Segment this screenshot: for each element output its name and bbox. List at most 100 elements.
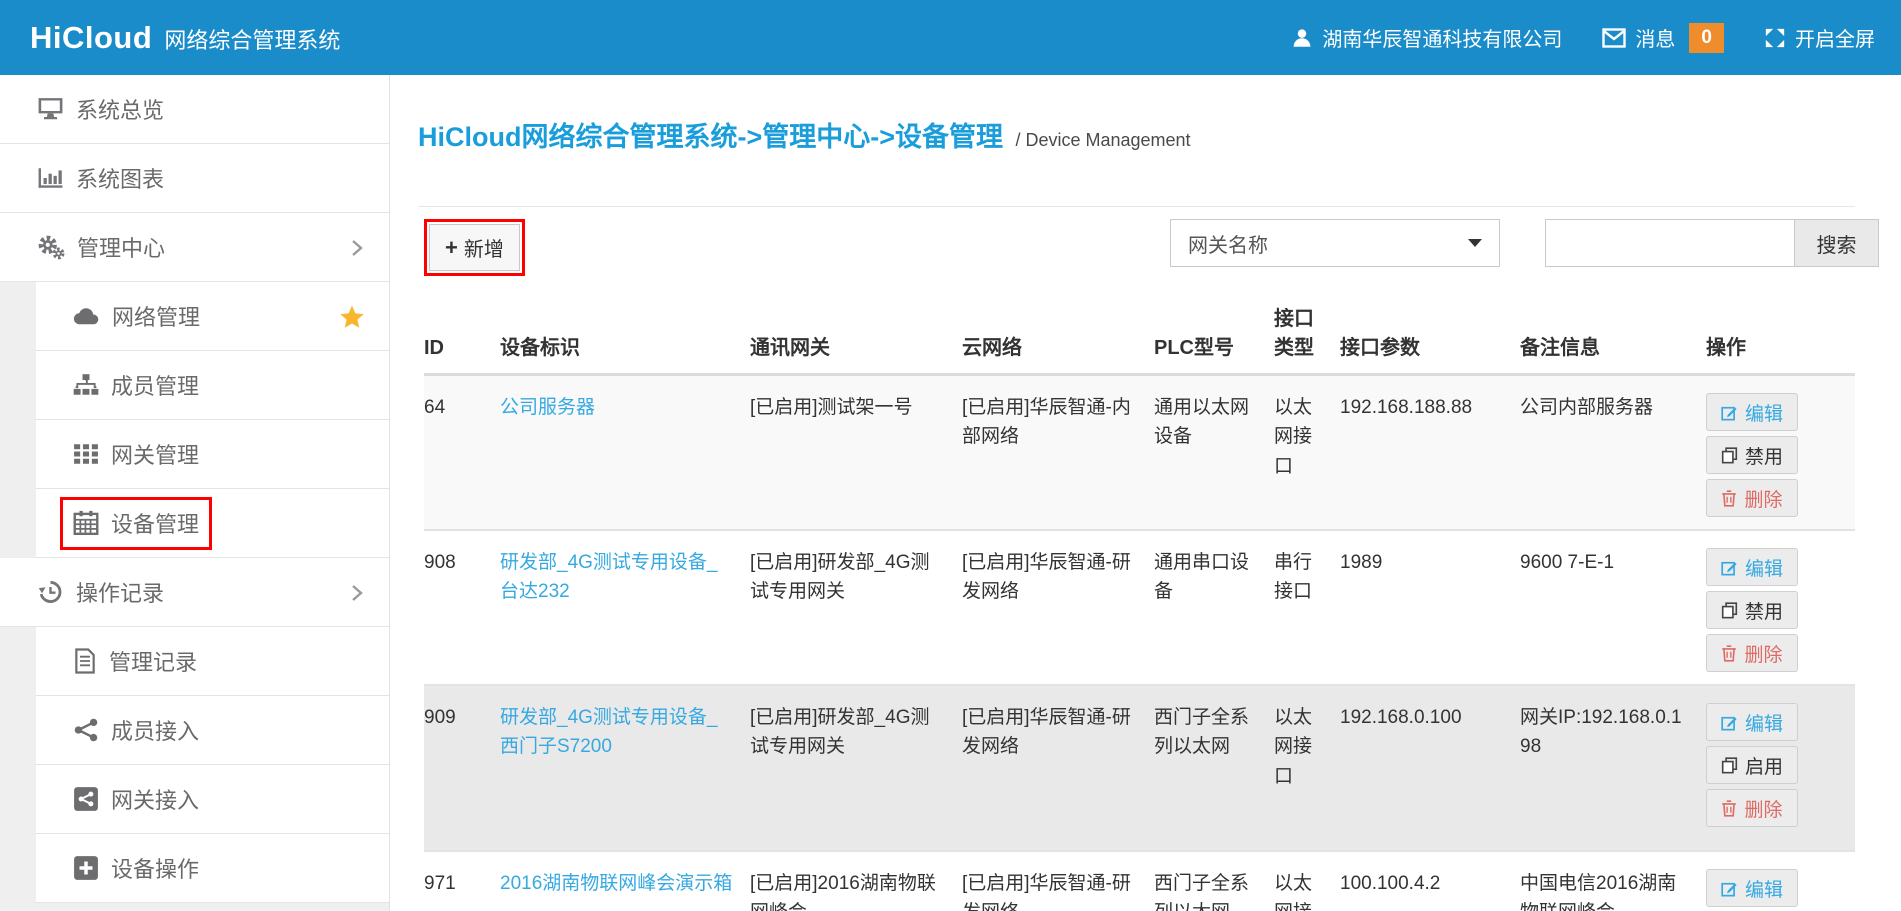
disable-button[interactable]: 禁用 [1706,436,1798,474]
sidebar-item-label: 网络管理 [112,300,200,332]
cloud-icon [73,304,100,328]
filter-search-area: 网关名称 搜索 [1170,219,1879,267]
caret-down-icon [1468,239,1482,247]
sidebar-item-system-overview[interactable]: 系统总览 [0,75,389,144]
edit-icon [1721,714,1738,731]
sidebar-item-device-mgmt[interactable]: 设备管理 [36,489,389,558]
search-group: 搜索 [1545,219,1879,267]
cell-gateway: [已启用]2016湖南物联网峰会 [750,851,962,911]
topbar: HiCloud 网络综合管理系统 湖南华辰智通科技有限公司 消息 0 [0,0,1901,75]
document-icon [73,648,97,674]
cell-params: 1989 [1340,530,1520,685]
fullscreen-label: 开启全屏 [1795,23,1875,52]
share-square-icon [73,786,99,812]
edit-button[interactable]: 编辑 [1706,703,1798,741]
toolbar: + 新增 网关名称 搜索 [424,219,1879,276]
account-menu[interactable]: 湖南华辰智通科技有限公司 [1291,23,1562,52]
fullscreen-toggle[interactable]: 开启全屏 [1764,23,1875,52]
table-row: 909 研发部_4G测试专用设备_西门子S7200 [已启用]研发部_4G测试专… [424,685,1855,851]
cell-network: [已启用]华辰智通-研发网络 [962,530,1154,685]
device-link[interactable]: 研发部_4G测试专用设备_西门子S7200 [500,707,717,757]
sidebar-item-member-mgmt[interactable]: 成员管理 [36,351,389,420]
device-table: ID 设备标识 通讯网关 云网络 PLC型号 接口类型 接口参数 备注信息 操作 [424,302,1855,911]
col-header-id: ID [424,302,500,375]
edit-icon [1721,880,1738,897]
cell-iface: 以太网接口 [1274,375,1340,531]
search-button[interactable]: 搜索 [1794,219,1879,267]
company-name: 湖南华辰智通科技有限公司 [1322,23,1562,52]
cell-plc: 通用串口设备 [1154,530,1274,685]
sidebar-item-network-mgmt[interactable]: 网络管理 [36,282,389,351]
delete-button[interactable]: 删除 [1706,789,1798,827]
disable-button[interactable]: 禁用 [1706,591,1798,629]
edit-button[interactable]: 编辑 [1706,869,1798,907]
sidebar-item-gateway-access[interactable]: 网关接入 [36,765,389,834]
filter-field-select[interactable]: 网关名称 [1170,219,1500,267]
device-link[interactable]: 2016湖南物联网峰会演示箱 [500,873,732,894]
row-actions: 编辑 启用 删除 [1706,703,1839,827]
edit-button[interactable]: 编辑 [1706,393,1798,431]
share-icon [73,718,99,742]
device-link[interactable]: 公司服务器 [500,397,595,418]
sidebar-item-label: 管理中心 [77,231,165,263]
app-logo: HiCloud 网络综合管理系统 [0,20,340,56]
brand-name: HiCloud [30,20,152,56]
star-icon[interactable] [339,304,365,330]
user-icon [1291,27,1313,49]
sidebar-item-gateway-mgmt[interactable]: 网关管理 [36,420,389,489]
sidebar-item-device-operation[interactable]: 设备操作 [36,834,389,903]
col-header-gateway: 通讯网关 [750,302,962,375]
cell-note: 公司内部服务器 [1520,375,1706,531]
sidebar-item-label: 操作记录 [76,576,164,608]
gears-icon [37,234,65,260]
sidebar-item-system-charts[interactable]: 系统图表 [0,144,389,213]
topbar-actions: 湖南华辰智通科技有限公司 消息 0 开启全屏 [1291,23,1901,53]
breadcrumb-subtitle: / Device Management [1015,130,1190,150]
edit-icon [1721,559,1738,576]
col-header-note: 备注信息 [1520,302,1706,375]
sidebar-item-label: 成员接入 [111,714,199,746]
row-actions: 编辑 禁用 删除 [1706,393,1839,517]
bar-chart-icon [37,165,64,191]
add-device-button[interactable]: + 新增 [429,224,520,271]
history-icon [37,579,64,605]
device-link[interactable]: 研发部_4G测试专用设备_台达232 [500,552,717,602]
plus-square-icon [73,855,99,881]
table-header-row: ID 设备标识 通讯网关 云网络 PLC型号 接口类型 接口参数 备注信息 操作 [424,302,1855,375]
sidebar-item-admin-log[interactable]: 管理记录 [36,627,389,696]
cell-note: 中国电信2016湖南物联网峰会 [1520,851,1706,911]
brand-suffix: 网络综合管理系统 [164,23,340,55]
trash-icon [1721,490,1737,507]
sidebar-item-operation-log[interactable]: 操作记录 [0,558,389,627]
cell-params: 192.168.188.88 [1340,375,1520,531]
enable-button[interactable]: 启用 [1706,746,1798,784]
annotation-highlight-add-button: + 新增 [424,219,525,276]
breadcrumb: HiCloud网络综合管理系统->管理中心->设备管理 [418,122,1003,152]
col-header-actions: 操作 [1706,302,1855,375]
edit-button[interactable]: 编辑 [1706,548,1798,586]
messages-menu[interactable]: 消息 0 [1602,23,1724,53]
sidebar-item-label: 网关接入 [111,783,199,815]
delete-button[interactable]: 删除 [1706,634,1798,672]
cell-network: [已启用]华辰智通-研发网络 [962,851,1154,911]
sidebar-item-label: 管理记录 [109,645,197,677]
files-icon [1721,447,1738,464]
cell-network: [已启用]华辰智通-研发网络 [962,685,1154,851]
plus-icon: + [445,239,458,257]
desktop-icon [37,96,64,122]
chevron-right-icon [350,582,364,604]
cell-gateway: [已启用]研发部_4G测试专用网关 [750,530,962,685]
search-input[interactable] [1545,219,1795,267]
col-header-network: 云网络 [962,302,1154,375]
cell-id: 64 [424,375,500,531]
calendar-icon [73,510,99,536]
delete-button[interactable]: 删除 [1706,479,1798,517]
col-header-plc: PLC型号 [1154,302,1274,375]
sidebar-item-admin-center[interactable]: 管理中心 [0,213,389,282]
page-header: HiCloud网络综合管理系统->管理中心->设备管理 / Device Man… [418,75,1855,207]
trash-icon [1721,645,1737,662]
grid-icon [73,442,99,466]
cell-id: 971 [424,851,500,911]
cell-note: 9600 7-E-1 [1520,530,1706,685]
sidebar-item-member-access[interactable]: 成员接入 [36,696,389,765]
